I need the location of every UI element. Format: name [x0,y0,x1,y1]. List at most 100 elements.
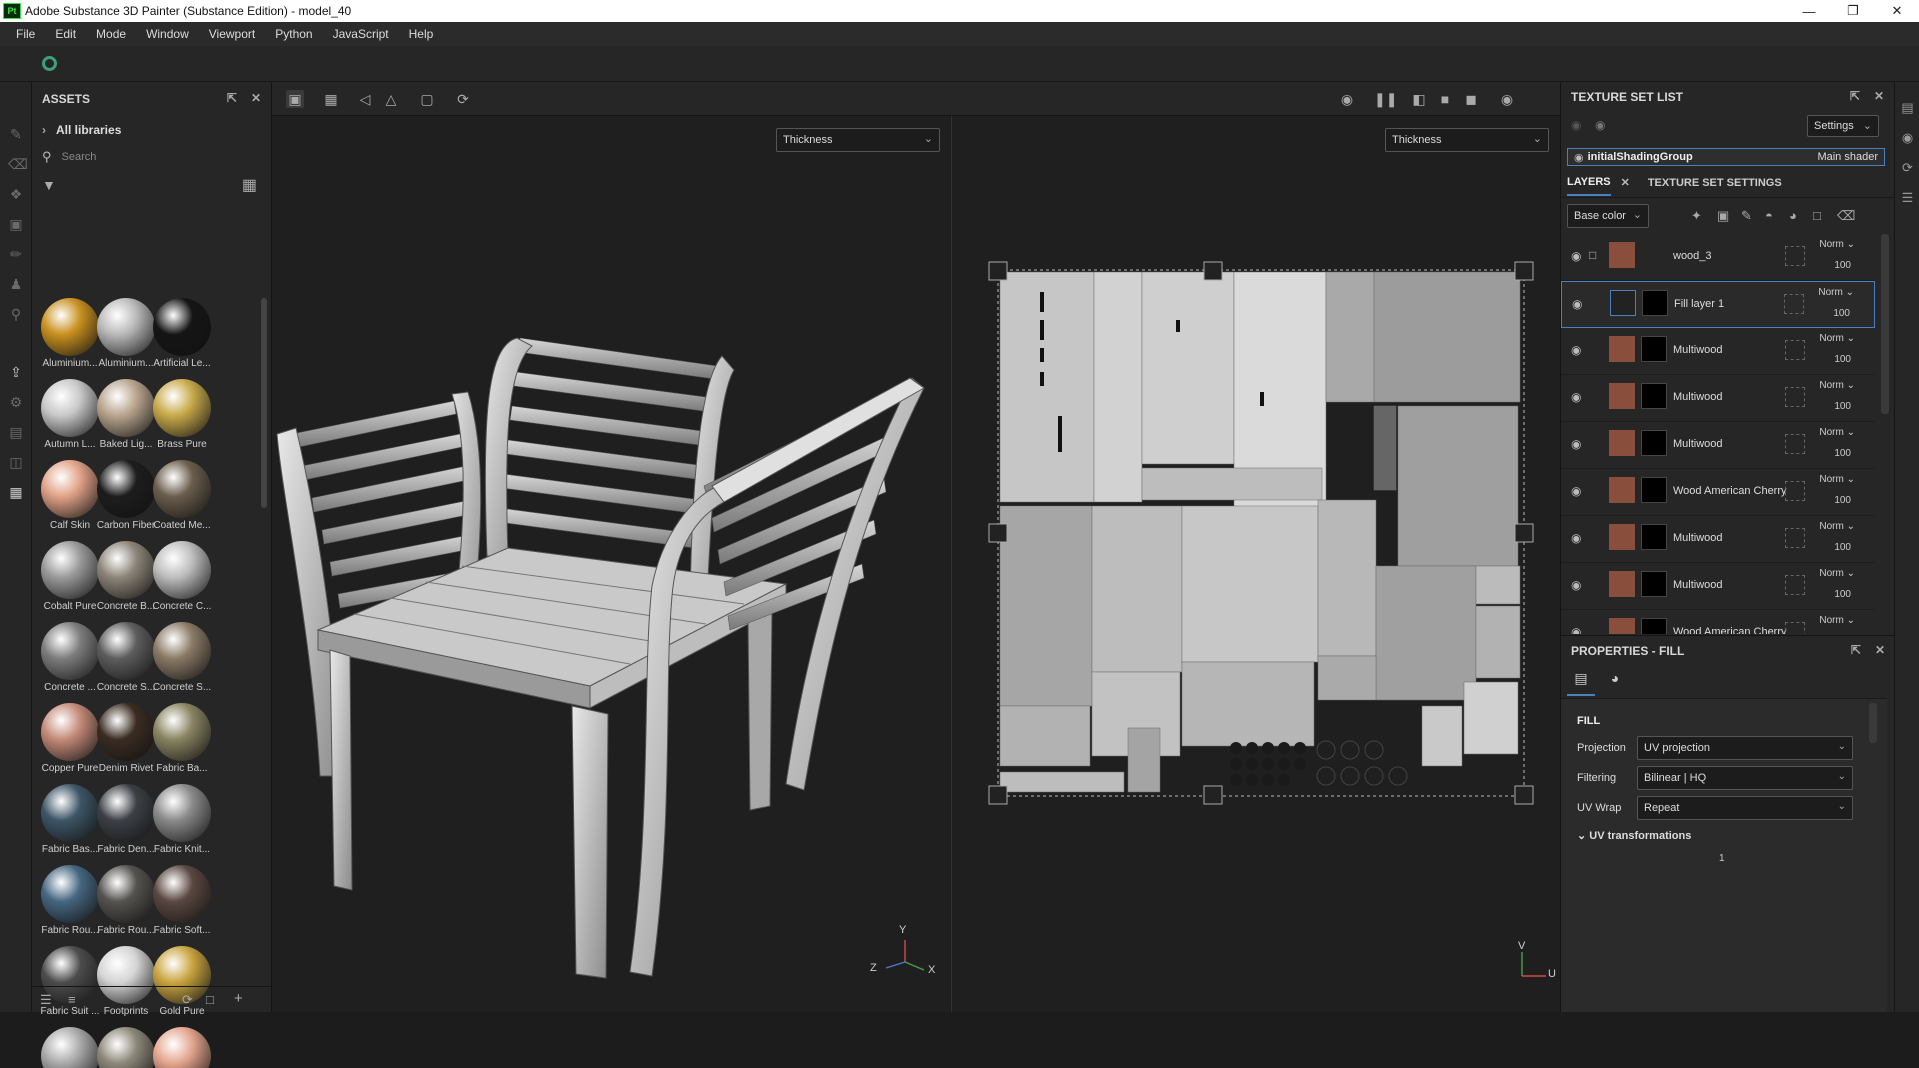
export-icon[interactable]: ⇪ [8,364,24,380]
hide-all-icon[interactable]: ◉ [1571,118,1581,132]
layer-mask-slot[interactable] [1785,528,1805,548]
menu-window[interactable]: Window [136,27,199,41]
close-panel-icon[interactable]: ✕ [1875,643,1885,657]
close-tab-icon[interactable]: ✕ [1621,176,1630,189]
uv-transformations-toggle[interactable]: ⌄ UV transformations [1577,829,1691,842]
close-panel-icon[interactable]: ✕ [251,91,261,105]
texture-set-settings-select[interactable]: Settings ⌄ [1807,115,1879,137]
popout-icon[interactable]: ⇱ [227,91,237,105]
layer-row[interactable]: ◉ Fill layer 1 Norm ⌄ 100 [1561,281,1875,328]
eye-icon[interactable]: ◉ [1571,484,1581,498]
eraser-icon[interactable]: ⌫ [8,156,28,172]
smart-material-icon[interactable]: ◕ [1789,208,1797,223]
viewport-2d[interactable]: Thickness ⌄ V U [951,116,1560,1012]
history-icon[interactable]: ⟳ [454,90,472,108]
popout-icon[interactable]: ⇱ [1850,89,1860,103]
paint-layer-icon[interactable]: ✎ [1741,208,1752,224]
filtering-select[interactable]: Bilinear | HQ ⌄ [1637,766,1853,790]
material-thumbnail[interactable]: Fabric Ba... [148,703,216,781]
log-icon[interactable]: ☰ [1900,190,1915,205]
shelf-icon[interactable]: ▤ [8,424,24,440]
uvwrap-select[interactable]: Repeat ⌄ [1637,796,1853,820]
layer-mask-slot[interactable] [1785,434,1805,454]
show-all-icon[interactable]: ◉ [1595,118,1605,132]
mirror-x-icon[interactable]: ◁ [356,90,374,108]
paint-brush-icon[interactable]: ✎ [8,126,24,142]
camera-icon[interactable]: ◼ [1462,90,1480,108]
delete-icon[interactable]: ⌫ [1837,208,1855,224]
eye-icon[interactable]: ◉ [1571,578,1581,592]
opacity-value[interactable]: 100 [1834,260,1851,271]
eye-icon[interactable]: ◉ [1571,531,1581,545]
blend-mode-select[interactable]: Norm ⌄ [1819,521,1855,532]
channel-select-layers[interactable]: Base color ⌄ [1567,204,1649,228]
tab-texture-set-settings[interactable]: TEXTURE SET SETTINGS [1648,177,1782,189]
eye-icon[interactable]: ◉ [1571,343,1581,357]
layer-mask-slot[interactable] [1785,387,1805,407]
save-icon[interactable]: ▦ [8,484,24,500]
material-thumbnail[interactable]: Concrete C... [148,541,216,619]
material-thumbnail[interactable] [148,1027,216,1068]
libraries-breadcrumb[interactable]: › All libraries [32,116,271,144]
layer-row[interactable]: ◉ Multiwood Norm ⌄ 100 [1561,375,1875,422]
blend-mode-select[interactable]: Norm ⌄ [1819,615,1855,626]
menu-python[interactable]: Python [265,27,322,41]
pause-icon[interactable]: ❚❚ [1374,90,1397,108]
layer-row[interactable]: ◉Wood American CherryNorm ⌄100 [1561,469,1875,516]
eye-icon[interactable]: ◉ [1574,151,1584,164]
material-thumbnail[interactable]: Fabric Knit... [148,784,216,862]
layer-row[interactable]: ◉ Multiwood Norm ⌄ 100 [1561,563,1875,610]
layer-mask-slot[interactable] [1785,622,1805,634]
opacity-value[interactable]: 100 [1834,448,1851,459]
multi-view-icon[interactable]: ▦ [322,90,340,108]
history-icon[interactable]: ⟳ [1900,160,1915,175]
eye-icon[interactable]: ◉ [1571,625,1581,634]
sort-icon[interactable]: ≡ [68,992,76,1007]
menu-viewport[interactable]: Viewport [199,27,265,41]
layer-row[interactable]: ◉ Multiwood Norm ⌄ 100 [1561,516,1875,563]
layer-row[interactable]: ◉ □ wood_3 Norm ⌄ 100 [1561,234,1875,281]
menu-edit[interactable]: Edit [45,27,86,41]
layer-row[interactable]: ◉Wood American CherryNorm ⌄100 [1561,610,1875,634]
properties-scrollbar[interactable] [1869,703,1877,743]
fill-layer-icon[interactable]: ◓ [1765,208,1773,223]
texture-set-row[interactable]: ◉ initialShadingGroup Main shader [1567,148,1885,166]
material-thumbnail[interactable]: Fabric Soft... [148,865,216,943]
blend-mode-select[interactable]: Norm ⌄ [1818,287,1854,298]
folder-icon[interactable]: □ [206,992,214,1007]
add-folder-icon[interactable]: □ [1813,208,1821,223]
opacity-value[interactable]: 100 [1834,542,1851,553]
layers-scrollbar[interactable] [1881,234,1889,414]
plugin-status-icon[interactable] [42,56,57,71]
menu-help[interactable]: Help [399,27,444,41]
clone-icon[interactable]: ♟ [8,276,24,292]
tab-layers[interactable]: LAYERS [1567,170,1611,196]
list-view-icon[interactable]: ☰ [40,992,52,1008]
close-panel-icon[interactable]: ✕ [1874,89,1884,103]
blend-mode-select[interactable]: Norm ⌄ [1819,239,1855,250]
viewport-3d[interactable]: Thickness ⌄ Y X Z [272,116,950,1012]
opacity-value[interactable]: 100 [1834,401,1851,412]
blend-mode-select[interactable]: Norm ⌄ [1819,474,1855,485]
search-input[interactable]: ⚲ Search [32,144,271,170]
filter-icon[interactable]: ▼ [42,177,56,193]
folder-icon[interactable]: □ [1589,248,1596,262]
bake-icon[interactable]: ⚙ [8,394,24,410]
refresh-icon[interactable]: ⟳ [182,992,193,1008]
geometry-mask-icon[interactable]: ▣ [8,216,24,232]
layer-row[interactable]: ◉ Multiwood Norm ⌄ 100 [1561,328,1875,375]
menu-mode[interactable]: Mode [86,27,136,41]
material-thumbnail[interactable]: Artificial Le... [148,298,216,376]
close-icon[interactable]: ✕ [1875,0,1919,22]
blend-mode-select[interactable]: Norm ⌄ [1819,427,1855,438]
grid-view-icon[interactable]: ▦ [242,175,257,195]
material-thumbnail[interactable]: Concrete S... [148,622,216,700]
popout-icon[interactable]: ⇱ [1851,643,1861,657]
cube-icon[interactable]: ■ [1436,90,1454,108]
hide-icon[interactable]: ◫ [8,454,24,470]
minimize-icon[interactable]: — [1787,0,1831,22]
material-thumbnail[interactable]: Coated Me... [148,460,216,538]
layer-mask-slot[interactable] [1785,575,1805,595]
projection-icon[interactable]: ❖ [8,186,24,202]
eye-icon[interactable]: ◉ [1571,437,1581,451]
